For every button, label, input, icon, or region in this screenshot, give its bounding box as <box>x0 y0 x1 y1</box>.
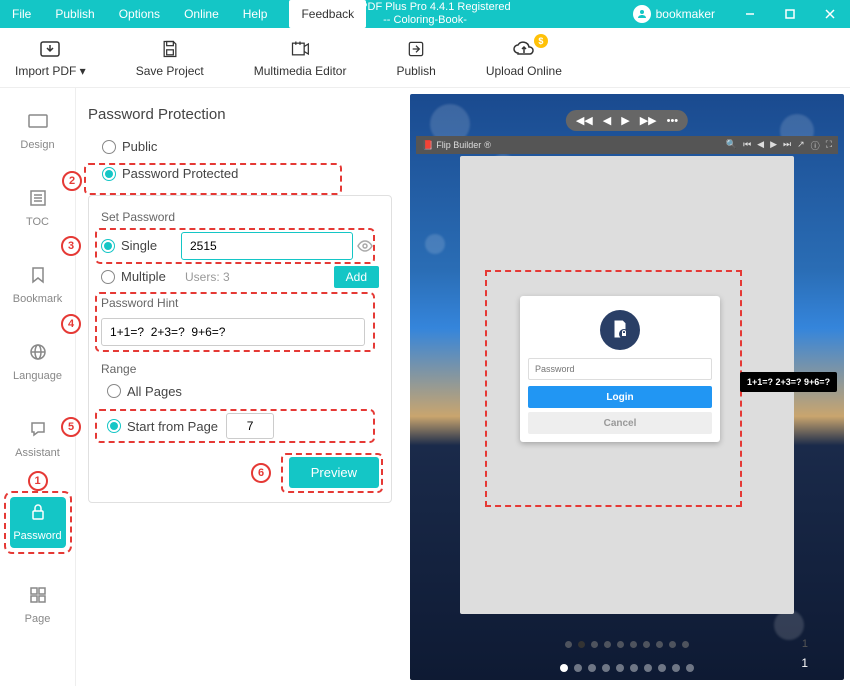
radio-start-from-page[interactable]: Start from Page <box>107 419 218 434</box>
annotation-2: 2 <box>62 171 82 191</box>
multimedia-icon <box>290 38 310 60</box>
set-password-label: Set Password <box>101 210 379 224</box>
first-icon[interactable]: ⏮ <box>743 139 751 152</box>
import-icon <box>38 38 62 60</box>
annotation-4: 4 <box>61 314 81 334</box>
subbar-tools[interactable]: 🔍 ⏮ ◀ ▶ ⏭ ↗ ⓘ ⛶ <box>726 139 832 152</box>
username: bookmaker <box>656 7 715 21</box>
nav-prev-icon[interactable]: ◀ <box>603 114 611 127</box>
bookmark-icon <box>30 266 46 289</box>
nav-last-icon[interactable]: ▶▶ <box>640 114 657 127</box>
zoom-icon[interactable]: 🔍 <box>726 139 737 152</box>
login-dialog: Login Cancel <box>520 296 720 442</box>
fullscreen-icon[interactable]: ⛶ <box>826 139 832 152</box>
last-icon[interactable]: ⏭ <box>783 139 791 152</box>
login-button[interactable]: Login <box>528 386 712 408</box>
range-label: Range <box>101 362 379 376</box>
close-button[interactable] <box>810 0 850 28</box>
preview-subbar: 📕 Flip Builder® 🔍 ⏮ ◀ ▶ ⏭ ↗ ⓘ ⛶ <box>416 136 838 154</box>
upload-icon: $ <box>512 38 536 60</box>
window-title: Flip PDF Plus Pro 4.4.1 Registered-- Col… <box>339 1 510 27</box>
dollar-badge-icon: $ <box>534 34 548 48</box>
multimedia-editor-button[interactable]: Multimedia Editor <box>254 38 347 78</box>
publish-icon <box>406 38 426 60</box>
nav-more-icon[interactable]: ••• <box>667 115 679 127</box>
tab-toc[interactable]: TOC <box>10 183 66 234</box>
tab-password[interactable]: Password <box>10 497 66 548</box>
radio-single[interactable]: Single <box>101 238 173 253</box>
hint-tooltip: 1+1=? 2+3=? 9+6=? <box>740 372 837 392</box>
main-toolbar: Import PDF ▾ Save Project Multimedia Edi… <box>0 28 850 88</box>
publish-button[interactable]: Publish <box>396 38 435 78</box>
user-account[interactable]: bookmaker <box>633 5 715 23</box>
radio-public[interactable]: Public <box>102 139 157 154</box>
menu-file[interactable]: File <box>0 0 43 28</box>
page-icon <box>29 586 47 609</box>
lock-document-icon <box>600 310 640 350</box>
flip-builder-logo: 📕 Flip Builder® <box>422 140 491 151</box>
next-icon[interactable]: ▶ <box>770 139 777 152</box>
import-pdf-button[interactable]: Import PDF ▾ <box>15 38 86 78</box>
nav-next-icon[interactable]: ▶ <box>621 114 629 127</box>
panel-title: Password Protection <box>88 106 392 123</box>
tab-design[interactable]: Design <box>10 108 66 157</box>
minimize-button[interactable] <box>730 0 770 28</box>
menu-bar: File Publish Options Online Help Feedbac… <box>0 0 376 28</box>
tab-page[interactable]: Page <box>10 580 66 631</box>
cancel-button[interactable]: Cancel <box>528 412 712 434</box>
radio-multiple[interactable]: Multiple <box>101 269 173 284</box>
annotation-3: 3 <box>61 236 81 256</box>
annotation-1: 1 <box>28 471 48 491</box>
assistant-icon <box>29 420 47 443</box>
titlebar: File Publish Options Online Help Feedbac… <box>0 0 850 28</box>
inner-page-number: 1 <box>802 638 808 650</box>
password-group: Set Password 3 Single Multiple Users: 3 … <box>88 195 392 504</box>
menu-options[interactable]: Options <box>107 0 172 28</box>
annotation-5: 5 <box>61 417 81 437</box>
save-project-button[interactable]: Save Project <box>136 38 204 78</box>
login-password-input[interactable] <box>528 358 712 380</box>
maximize-button[interactable] <box>770 0 810 28</box>
single-password-input[interactable] <box>181 232 353 260</box>
menu-publish[interactable]: Publish <box>43 0 106 28</box>
password-hint-input[interactable] <box>101 318 365 346</box>
radio-all-pages[interactable]: All Pages <box>107 384 182 399</box>
tab-language[interactable]: Language <box>10 337 66 388</box>
add-button[interactable]: Add <box>334 266 379 288</box>
page-dots[interactable] <box>560 664 694 672</box>
users-count: Users: 3 <box>185 270 230 284</box>
info-icon[interactable]: ⓘ <box>811 139 820 152</box>
password-icon <box>30 503 46 526</box>
tab-assistant[interactable]: Assistant <box>10 414 66 465</box>
save-icon <box>160 38 180 60</box>
menu-help[interactable]: Help <box>231 0 280 28</box>
design-icon <box>28 114 48 135</box>
upload-online-button[interactable]: $ Upload Online <box>486 38 562 78</box>
toc-icon <box>29 189 47 212</box>
page-number: 1 <box>801 656 808 670</box>
preview-nav[interactable]: ◀◀ ◀ ▶ ▶▶ ••• <box>566 110 688 131</box>
hint-label: Password Hint <box>101 296 379 310</box>
password-settings-panel: Password Protection Public 2 Password Pr… <box>76 88 404 686</box>
avatar-icon <box>633 5 651 23</box>
nav-first-icon[interactable]: ◀◀ <box>576 114 593 127</box>
eye-icon[interactable] <box>357 238 373 259</box>
menu-online[interactable]: Online <box>172 0 231 28</box>
tab-bookmark[interactable]: Bookmark <box>10 260 66 311</box>
share-icon[interactable]: ↗ <box>797 139 805 152</box>
radio-password-protected[interactable]: Password Protected <box>102 166 238 181</box>
preview-button[interactable]: Preview <box>289 457 379 488</box>
prev-icon[interactable]: ◀ <box>757 139 764 152</box>
language-icon <box>29 343 47 366</box>
inner-page-dots <box>565 641 689 648</box>
annotation-6: 6 <box>251 463 271 483</box>
start-page-input[interactable] <box>226 413 274 439</box>
